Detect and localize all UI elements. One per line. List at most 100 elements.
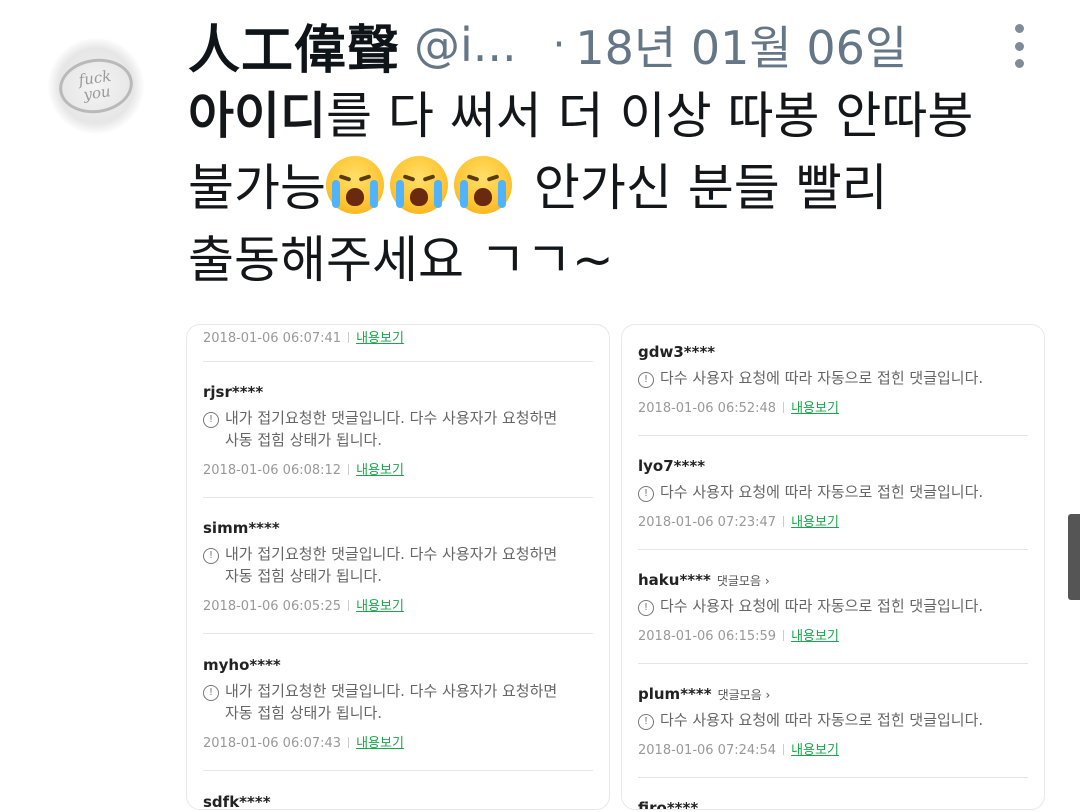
comment-item: haku**** 댓글모음 › ! 다수 사용자 요청에 따라 자동으로 접힌 댓글… — [638, 571, 1028, 664]
comment-user-row: plum**** 댓글모음 › — [638, 685, 1028, 703]
avatar-text: fuck you — [77, 66, 113, 104]
comment-user[interactable]: firo**** — [638, 799, 1028, 809]
loudly-crying-face-icon — [390, 156, 448, 214]
warning-circle-icon: ! — [638, 486, 654, 502]
divider — [638, 435, 1028, 436]
comment-meta: 2018-01-06 06:05:25 내용보기 — [203, 595, 593, 614]
comment-user[interactable]: gdw3**** — [638, 343, 1028, 361]
comment-user[interactable]: haku**** — [638, 571, 711, 589]
divider — [203, 633, 593, 634]
tweet-bold-text: 아이디 — [188, 87, 326, 145]
comment-user[interactable]: myho**** — [203, 656, 593, 674]
comment-message-line1: 내가 접기요청한 댓글입니다. 다수 사용자가 요청하면 — [225, 545, 558, 563]
comment-message: ! 다수 사용자 요청에 따라 자동으로 접힌 댓글입니다. — [638, 367, 1028, 389]
comment-message: ! 다수 사용자 요청에 따라 자동으로 접힌 댓글입니다. — [638, 709, 1028, 731]
comment-item: rjsr**** ! 내가 접기요청한 댓글입니다. 다수 사용자가 요청하면사동… — [203, 383, 593, 498]
comment-item: gdw3**** ! 다수 사용자 요청에 따라 자동으로 접힌 댓글입니다. 2… — [638, 343, 1028, 436]
comment-meta: 2018-01-06 06:15:59 내용보기 — [638, 625, 1028, 644]
author-avatar[interactable]: fuck you — [48, 38, 144, 134]
comment-item: plum**** 댓글모음 › ! 다수 사용자 요청에 따라 자동으로 접힌 댓글… — [638, 685, 1028, 778]
comment-collection-link[interactable]: 댓글모음 › — [718, 688, 771, 702]
tweet-header: 人工偉聲 @i... · 18년 01월 06일 — [188, 8, 907, 82]
comment-user[interactable]: lyo7**** — [638, 457, 1028, 475]
author-name[interactable]: 人工偉聲 — [188, 8, 400, 83]
warning-circle-icon: ! — [203, 548, 219, 564]
loudly-crying-face-icon — [454, 156, 512, 214]
view-content-link[interactable]: 내용보기 — [356, 463, 404, 478]
comment-meta: 2018-01-06 07:23:47 내용보기 — [638, 511, 1028, 530]
comment-message-line1: 내가 접기요청한 댓글입니다. 다수 사용자가 요청하면 — [225, 682, 558, 700]
tweet-line-2: 불가능 안가신 분들 빨리 — [188, 152, 1068, 224]
comment-time: 2018-01-06 07:24:54 — [638, 743, 777, 758]
comment-message-line1: 내가 접기요청한 댓글입니다. 다수 사용자가 요청하면 — [225, 409, 558, 427]
view-content-link[interactable]: 내용보기 — [356, 599, 404, 614]
comment-time: 2018-01-06 06:07:41 — [203, 331, 342, 346]
comment-message-line1: 다수 사용자 요청에 따라 자동으로 접힌 댓글입니다. — [660, 597, 984, 615]
comment-item: lyo7**** ! 다수 사용자 요청에 따라 자동으로 접힌 댓글입니다. 2… — [638, 457, 1028, 550]
comment-message-line1: 다수 사용자 요청에 따라 자동으로 접힌 댓글입니다. — [660, 369, 984, 387]
comment-item: firo**** — [638, 799, 1028, 809]
comment-time: 2018-01-06 06:07:43 — [203, 736, 342, 751]
separator-dot: · — [552, 22, 566, 68]
comment-message: ! 내가 접기요청한 댓글입니다. 다수 사용자가 요청하면사동 접힘 상태가 됩… — [203, 407, 593, 451]
tweet-line2-start: 불가능 — [188, 159, 326, 217]
comment-message-line1: 다수 사용자 요청에 따라 자동으로 접힌 댓글입니다. — [660, 483, 984, 501]
view-content-link[interactable]: 내용보기 — [791, 629, 839, 644]
view-content-link[interactable]: 내용보기 — [791, 743, 839, 758]
comment-time: 2018-01-06 06:15:59 — [638, 629, 777, 644]
comment-collection-link[interactable]: 댓글모음 › — [717, 574, 770, 588]
tweet-line2-end: 안가신 분들 빨리 — [518, 159, 888, 217]
scrollbar[interactable] — [1068, 514, 1080, 600]
comment-time: 2018-01-06 07:23:47 — [638, 515, 777, 530]
comment-user[interactable]: rjsr**** — [203, 383, 593, 401]
ring-image: fuck you — [55, 54, 137, 118]
comment-user[interactable]: sdfk**** — [203, 793, 593, 809]
comment-user[interactable]: simm**** — [203, 519, 593, 537]
comment-message: ! 내가 접기요청한 댓글입니다. 다수 사용자가 요청하면자동 접힘 상태가 됩… — [203, 680, 593, 724]
divider — [638, 549, 1028, 550]
comment-item: myho**** ! 내가 접기요청한 댓글입니다. 다수 사용자가 요청하면자동… — [203, 656, 593, 771]
divider — [638, 777, 1028, 778]
loudly-crying-face-icon — [326, 156, 384, 214]
warning-circle-icon: ! — [203, 412, 219, 428]
comment-message: ! 다수 사용자 요청에 따라 자동으로 접힌 댓글입니다. — [638, 595, 1028, 617]
comment-time: 2018-01-06 06:05:25 — [203, 599, 342, 614]
comment-meta: 2018-01-06 06:07:41 내용보기 — [203, 327, 593, 346]
divider — [638, 663, 1028, 664]
warning-circle-icon: ! — [638, 600, 654, 616]
comment-message-line2: 자동 접힘 상태가 됩니다. — [225, 567, 383, 585]
tweet-line1-rest: 를 다 써서 더 이상 따봉 안따봉 — [326, 87, 974, 145]
comment-meta: 2018-01-06 07:24:54 내용보기 — [638, 739, 1028, 758]
comment-item: simm**** ! 내가 접기요청한 댓글입니다. 다수 사용자가 요청하면자동… — [203, 519, 593, 634]
comment-item: 2018-01-06 06:07:41 내용보기 — [203, 327, 593, 362]
tweet-line-3: 출동해주세요 ㄱㄱ~ — [188, 231, 614, 289]
author-handle[interactable]: @i... — [414, 18, 517, 72]
comment-meta: 2018-01-06 06:52:48 내용보기 — [638, 397, 1028, 416]
warning-circle-icon: ! — [638, 372, 654, 388]
tweet-line-1: 아이디를 다 써서 더 이상 따봉 안따봉 — [188, 80, 1068, 152]
view-content-link[interactable]: 내용보기 — [791, 515, 839, 530]
comment-meta: 2018-01-06 06:07:43 내용보기 — [203, 732, 593, 751]
comment-message-line2: 자동 접힘 상태가 됩니다. — [225, 704, 383, 722]
tweet-date[interactable]: 18년 01월 06일 — [575, 12, 907, 78]
view-content-link[interactable]: 내용보기 — [356, 736, 404, 751]
comment-message: ! 내가 접기요청한 댓글입니다. 다수 사용자가 요청하면자동 접힘 상태가 됩… — [203, 543, 593, 587]
comment-item: sdfk**** — [203, 793, 593, 809]
tweet-text: 아이디를 다 써서 더 이상 따봉 안따봉 불가능 안가신 분들 빨리 출동해주… — [188, 80, 1068, 296]
comment-time: 2018-01-06 06:08:12 — [203, 463, 342, 478]
view-content-link[interactable]: 내용보기 — [791, 401, 839, 416]
comment-message-line1: 다수 사용자 요청에 따라 자동으로 접힌 댓글입니다. — [660, 711, 984, 729]
comment-message-line2: 사동 접힘 상태가 됩니다. — [225, 431, 383, 449]
warning-circle-icon: ! — [638, 714, 654, 730]
comment-time: 2018-01-06 06:52:48 — [638, 401, 777, 416]
comment-user-row: haku**** 댓글모음 › — [638, 571, 1028, 589]
view-content-link[interactable]: 내용보기 — [356, 331, 404, 346]
more-options-icon[interactable] — [1007, 24, 1031, 68]
attached-image-left[interactable]: 2018-01-06 06:07:41 내용보기 rjsr**** ! 내가 접기요… — [186, 324, 610, 810]
comment-meta: 2018-01-06 06:08:12 내용보기 — [203, 459, 593, 478]
warning-circle-icon: ! — [203, 685, 219, 701]
divider — [203, 497, 593, 498]
attached-image-right[interactable]: gdw3**** ! 다수 사용자 요청에 따라 자동으로 접힌 댓글입니다. 2… — [621, 324, 1045, 810]
comment-user[interactable]: plum**** — [638, 685, 712, 703]
divider — [203, 361, 593, 362]
